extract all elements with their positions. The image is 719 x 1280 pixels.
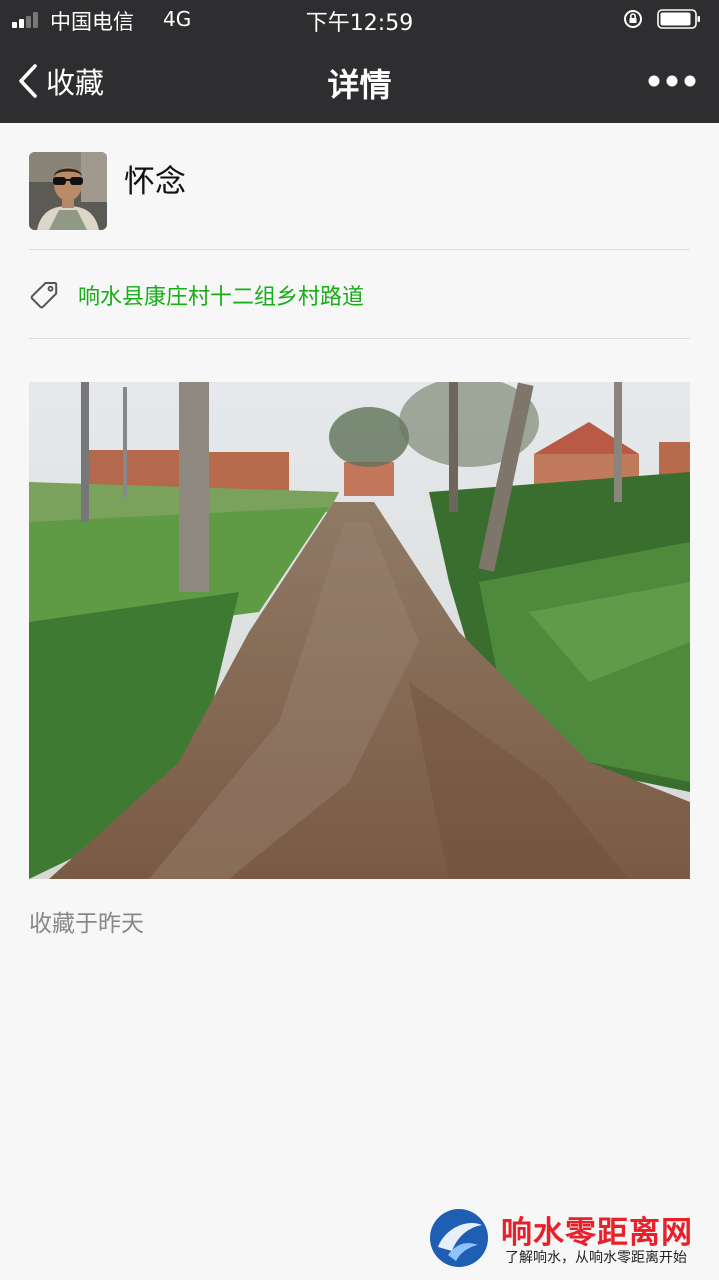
avatar-image [29,152,107,230]
post-photo[interactable] [29,382,690,879]
tag-icon [30,282,58,309]
nav-bar: 收藏 详情 [0,40,719,123]
watermark-title: 响水零距离网 [501,1215,693,1251]
rural-road-photo [29,382,690,879]
chevron-left-icon [19,64,37,98]
divider [29,338,690,339]
status-time: 下午12:59 [305,11,414,36]
site-logo-icon [430,1209,488,1267]
back-button[interactable]: 收藏 [16,60,104,102]
saved-time-label: 收藏于昨天 [29,911,144,937]
rotation-lock-icon [624,10,642,28]
tag-row[interactable]: 响水县康庄村十二组乡村路道 [29,278,364,312]
watermark-subtitle: 了解响水，从响水零距离开始 [505,1250,687,1266]
location-tag-label[interactable]: 响水县康庄村十二组乡村路道 [78,279,364,311]
battery-icon [657,9,700,29]
more-options-icon[interactable] [644,66,700,96]
back-label: 收藏 [46,66,105,100]
site-watermark: 响水零距离网 了解响水，从响水零距离开始 [428,1207,713,1269]
page-title: 详情 [327,66,392,104]
divider [29,249,690,250]
avatar[interactable] [29,152,107,230]
status-bar: 中国电信 4G 下午12:59 [0,0,719,40]
author-name[interactable]: 怀念 [124,156,186,201]
